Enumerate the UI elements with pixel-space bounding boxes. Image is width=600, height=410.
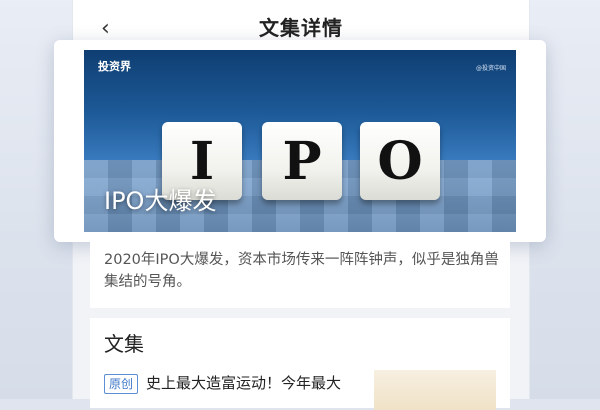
cover-logo: 投资界 <box>98 60 131 73</box>
article-title[interactable]: 史上最大造富运动！今年最大 <box>146 372 341 394</box>
article-thumbnail[interactable] <box>374 370 496 410</box>
cover-image: I P O 投资界 @投资中国 IPO大爆发 <box>84 50 516 232</box>
collection-description: 2020年IPO大爆发，资本市场传来一阵阵钟声，似乎是独角兽集结的号角。 <box>104 252 499 290</box>
original-badge: 原创 <box>104 374 139 394</box>
cover-tile: O <box>360 122 440 200</box>
section-title: 文集 <box>104 332 144 356</box>
cover-tile: P <box>262 122 342 200</box>
cover-watermark: @投资中国 <box>475 65 506 72</box>
page-title: 文集详情 <box>259 16 343 40</box>
cover-title: IPO大爆发 <box>104 187 217 215</box>
